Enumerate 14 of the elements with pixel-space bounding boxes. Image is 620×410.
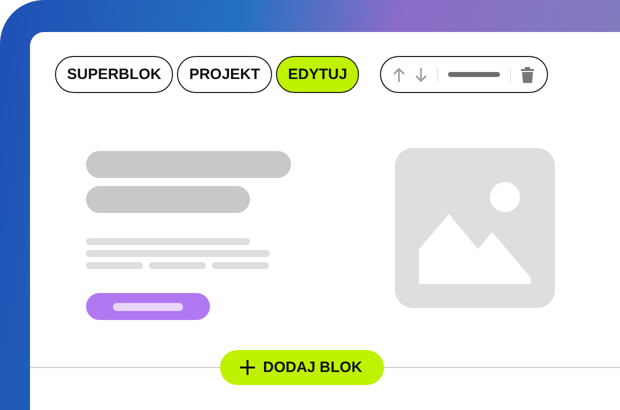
- skeleton-line: [149, 262, 206, 269]
- skeleton-line: [86, 262, 143, 269]
- arrow-down-icon[interactable]: [415, 66, 428, 82]
- trash-icon[interactable]: [521, 66, 534, 82]
- tab[interactable]: SUPERBLOK: [55, 56, 174, 93]
- tab[interactable]: PROJEKT: [177, 56, 272, 93]
- slider-handle-icon[interactable]: [448, 72, 500, 77]
- arrow-up-icon[interactable]: [393, 66, 406, 82]
- skeleton-line: [212, 262, 269, 269]
- tab[interactable]: EDYTUJ: [276, 56, 360, 93]
- image-placeholder-icon: [395, 148, 555, 308]
- add-block-button[interactable]: DODAJ BLOK: [220, 350, 384, 385]
- plus-icon: [240, 360, 255, 375]
- skeleton-button-label: [113, 302, 183, 310]
